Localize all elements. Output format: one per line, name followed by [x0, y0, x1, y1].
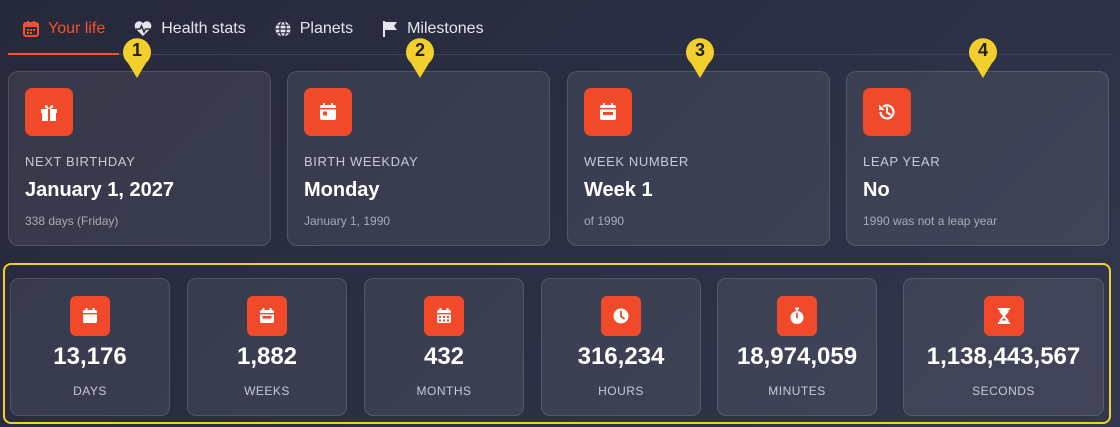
stat-label: SECONDS: [972, 384, 1035, 398]
card-week-number: WEEK NUMBER Week 1 of 1990: [567, 71, 830, 246]
card-subtext: 338 days (Friday): [25, 214, 119, 228]
card-value: No: [863, 179, 890, 201]
card-label: BIRTH WEEKDAY: [304, 154, 419, 169]
card-leap-year: LEAP YEAR No 1990 was not a leap year: [846, 71, 1109, 246]
hourglass-icon: [983, 296, 1024, 336]
history-icon: [863, 88, 911, 136]
stat-value: 432: [423, 343, 465, 370]
tab-bar: Your life Health stats Planets Milestone…: [8, 0, 1112, 55]
stat-seconds: 1,138,443,567 SECONDS: [903, 278, 1104, 416]
tab-label: Your life: [48, 20, 106, 37]
card-subtext: January 1, 1990: [304, 214, 391, 228]
calendar-grid-icon: [424, 296, 464, 336]
card-label: LEAP YEAR: [863, 154, 941, 169]
card-subtext: 1990 was not a leap year: [863, 214, 998, 228]
stat-value: 1,138,443,567: [926, 343, 1081, 370]
card-label: NEXT BIRTHDAY: [25, 154, 136, 169]
stat-weeks: 1,882 WEEKS: [187, 278, 347, 416]
calendar-icon: [22, 20, 40, 38]
calendar-week-icon: [247, 296, 287, 336]
card-next-birthday: NEXT BIRTHDAY January 1, 2027 338 days (…: [8, 71, 271, 246]
globe-icon: [274, 20, 292, 38]
marker-2: 2: [403, 35, 437, 79]
marker-3: 3: [683, 35, 717, 79]
card-subtext: of 1990: [584, 214, 625, 228]
marker-1: 1: [120, 35, 154, 79]
calendar-day-icon: [304, 88, 352, 136]
tab-label: Health stats: [161, 20, 246, 37]
clock-icon: [601, 296, 641, 336]
stats-highlight: 13,176 DAYS 1,882 WEEKS 432 MONTHS 316,2…: [3, 263, 1111, 424]
calendar-icon: [70, 296, 110, 336]
tab-planets[interactable]: Planets: [260, 4, 367, 54]
marker-number: 1: [131, 40, 142, 60]
stat-value: 13,176: [53, 343, 127, 370]
card-value: Monday: [304, 179, 380, 201]
stat-hours: 316,234 HOURS: [541, 278, 701, 416]
stat-label: DAYS: [73, 384, 107, 398]
stat-value: 316,234: [577, 343, 665, 370]
gift-icon: [25, 88, 73, 136]
stat-label: HOURS: [598, 384, 644, 398]
marker-number: 4: [977, 40, 988, 60]
stat-label: MONTHS: [416, 384, 472, 398]
stat-minutes: 18,974,059 MINUTES: [717, 278, 877, 416]
stat-value: 18,974,059: [736, 343, 858, 370]
flag-icon: [381, 20, 399, 38]
marker-number: 2: [414, 40, 425, 60]
stat-days: 13,176 DAYS: [10, 278, 170, 416]
marker-number: 3: [694, 40, 705, 60]
stat-label: MINUTES: [768, 384, 826, 398]
stopwatch-icon: [777, 296, 817, 336]
tab-label: Planets: [299, 20, 354, 37]
marker-4: 4: [966, 35, 1000, 79]
card-birth-weekday: BIRTH WEEKDAY Monday January 1, 1990: [287, 71, 550, 246]
stat-months: 432 MONTHS: [364, 278, 524, 416]
card-value: Week 1: [584, 179, 653, 201]
card-label: WEEK NUMBER: [584, 154, 689, 169]
card-value: January 1, 2027: [25, 179, 174, 201]
tab-your-life[interactable]: Your life: [8, 4, 120, 55]
stat-value: 1,882: [236, 343, 298, 370]
calendar-week-icon: [584, 88, 632, 136]
stat-label: WEEKS: [244, 384, 290, 398]
